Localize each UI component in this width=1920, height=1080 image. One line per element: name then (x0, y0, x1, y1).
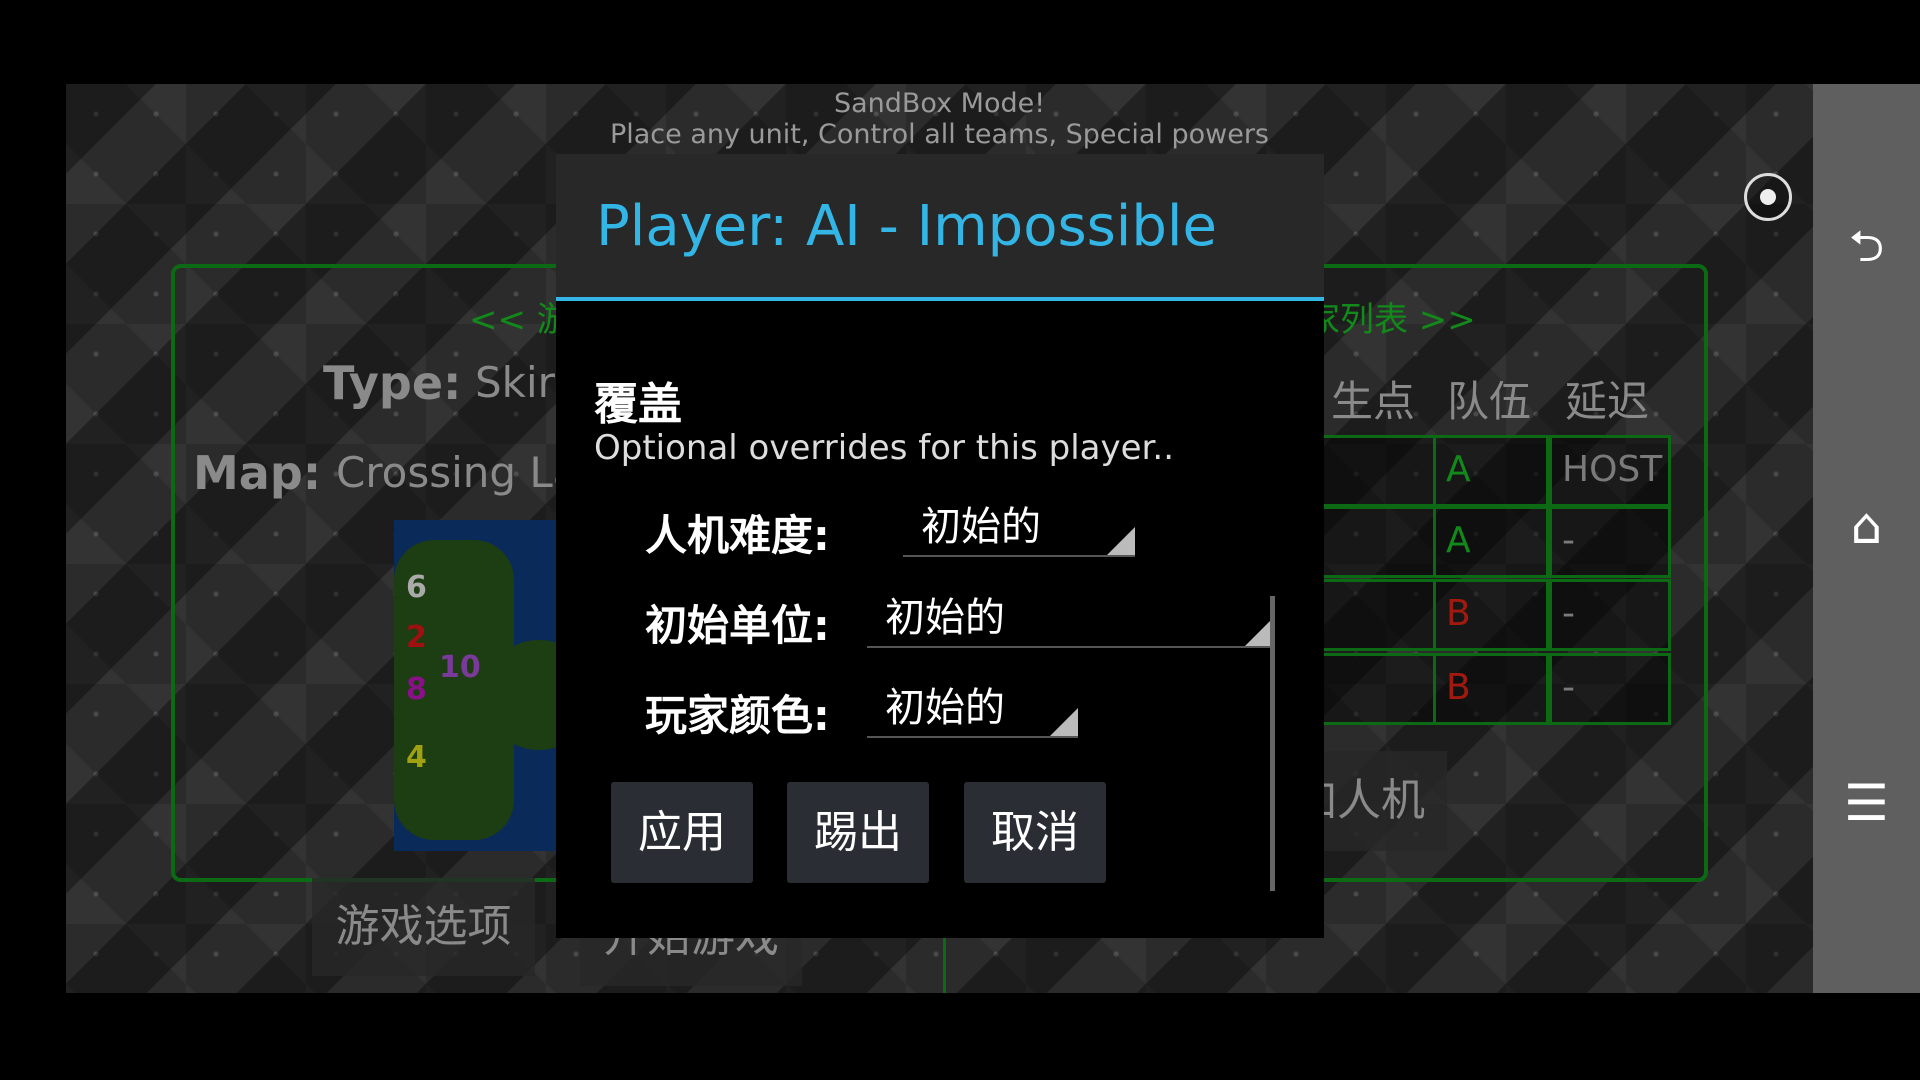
table-cell-team: B (1433, 579, 1549, 651)
column-header-spawn: 生点 (1331, 377, 1416, 426)
kick-button[interactable]: 踢出 (787, 782, 929, 883)
ai-difficulty-value: 初始的 (921, 504, 1041, 550)
map-value[interactable]: Crossing La (336, 448, 579, 497)
player-color-label: 玩家颜色: (645, 691, 830, 740)
record-button[interactable] (1744, 173, 1792, 221)
map-marker: 2 (406, 620, 427, 655)
player-color-select[interactable]: 初始的 (867, 682, 1078, 738)
dialog-title: Player: AI - Impossible (596, 194, 1217, 259)
player-color-value: 初始的 (885, 685, 1005, 731)
player-dialog: Player: AI - Impossible 覆盖 Optional over… (556, 154, 1324, 938)
table-cell-spawn (1316, 506, 1436, 578)
cancel-button[interactable]: 取消 (964, 782, 1106, 883)
map-marker: 10 (439, 650, 481, 685)
dialog-header: Player: AI - Impossible (556, 154, 1324, 301)
column-header-team: 队伍 (1447, 377, 1532, 426)
table-cell-ping: HOST (1549, 435, 1671, 507)
tab-player-list[interactable]: 家列表 >> (1306, 292, 1476, 341)
ai-difficulty-select[interactable]: 初始的 (903, 501, 1135, 557)
table-cell-ping: - (1549, 653, 1671, 725)
dialog-description: Optional overrides for this player.. (594, 428, 1175, 468)
table-cell-ping: - (1549, 506, 1671, 578)
column-header-ping: 延迟 (1565, 377, 1650, 426)
starting-units-select[interactable]: 初始的 (867, 592, 1273, 648)
game-options-button[interactable]: 游戏选项 (312, 878, 535, 976)
type-label: Type: (323, 356, 462, 410)
map-marker: 8 (406, 672, 427, 707)
ai-difficulty-label: 人机难度: (645, 511, 830, 560)
table-cell-spawn (1316, 579, 1436, 651)
table-cell-spawn (1316, 653, 1436, 725)
dropdown-triangle-icon (1050, 708, 1078, 736)
map-label: Map: (193, 446, 322, 500)
back-icon[interactable]: ⮌ (1813, 214, 1920, 289)
dropdown-triangle-icon (1245, 618, 1273, 646)
map-marker: 4 (406, 740, 427, 775)
sandbox-banner: SandBox Mode! Place any unit, Control al… (66, 88, 1813, 150)
menu-icon[interactable]: ☰ (1813, 774, 1920, 832)
sandbox-title: SandBox Mode! (833, 88, 1046, 119)
section-title: 覆盖 (594, 379, 682, 430)
table-cell-ping: - (1549, 579, 1671, 651)
starting-units-label: 初始单位: (645, 601, 830, 650)
starting-units-value: 初始的 (885, 595, 1005, 641)
map-marker: 6 (406, 570, 427, 605)
sandbox-subtitle: Place any unit, Control all teams, Speci… (609, 119, 1270, 150)
apply-button[interactable]: 应用 (611, 782, 753, 883)
scrollbar[interactable] (1270, 596, 1275, 891)
dropdown-triangle-icon (1107, 527, 1135, 555)
table-cell-spawn (1316, 435, 1436, 507)
table-cell-team: B (1433, 653, 1549, 725)
table-cell-team: A (1433, 506, 1549, 578)
system-navbar: ⮌ ⌂ ☰ (1813, 84, 1920, 993)
table-cell-team: A (1433, 435, 1549, 507)
home-icon[interactable]: ⌂ (1813, 497, 1920, 555)
record-dot-icon (1760, 189, 1776, 205)
